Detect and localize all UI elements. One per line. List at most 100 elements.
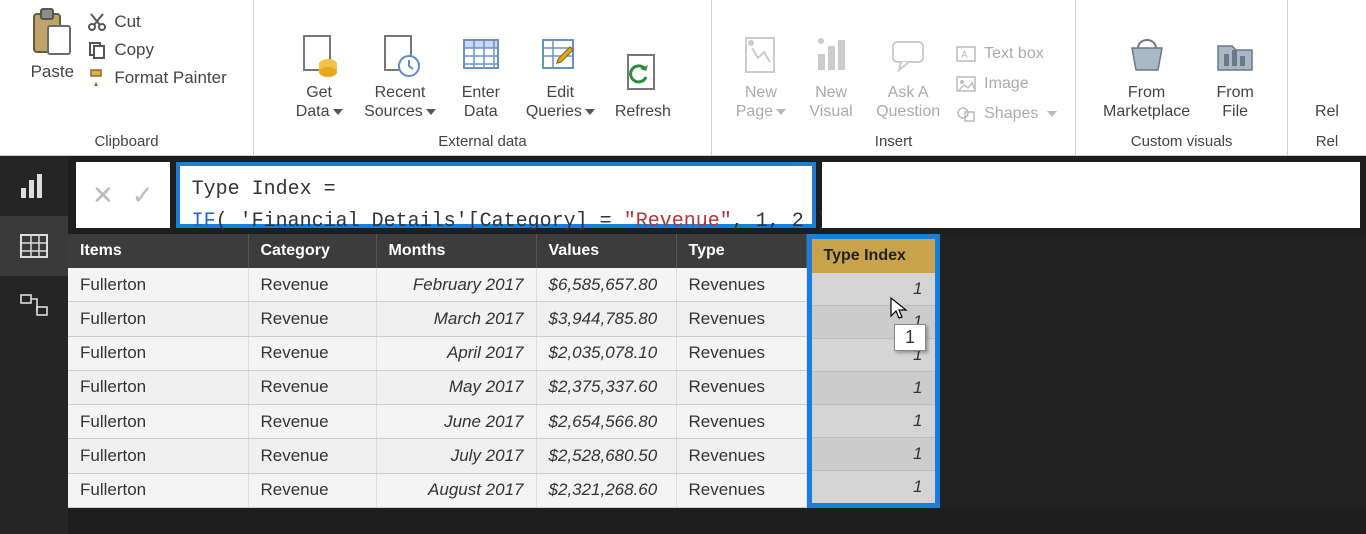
cancel-formula-icon[interactable]: ✕ [92, 180, 114, 211]
type-index-column[interactable]: Type Index 1111111 [807, 234, 940, 508]
paste-label: Paste [31, 62, 74, 82]
rel-label: Rel [1316, 129, 1339, 156]
group-insert-label: Insert [875, 129, 913, 156]
commit-formula-icon[interactable]: ✓ [132, 180, 154, 211]
cell-type[interactable]: Revenues [676, 473, 806, 507]
textbox-label: Text box [984, 45, 1044, 63]
recent-sources-button[interactable]: Recent Sources [354, 27, 446, 125]
copy-label: Copy [114, 40, 154, 60]
cell-items[interactable]: Fullerton [68, 370, 248, 404]
cell-type-index[interactable]: 1 [809, 471, 937, 506]
edit-queries-icon [537, 31, 583, 79]
table-row[interactable]: FullertonRevenueMarch 2017$3,944,785.80R… [68, 302, 806, 336]
cell-category[interactable]: Revenue [248, 302, 376, 336]
edit-queries-button[interactable]: Edit Queries [516, 27, 605, 125]
cell-type-index[interactable]: 1 [809, 339, 937, 372]
from-marketplace-label: From Marketplace [1103, 83, 1190, 121]
cell-type[interactable]: Revenues [676, 405, 806, 439]
col-category[interactable]: Category [248, 234, 376, 268]
col-items[interactable]: Items [68, 234, 248, 268]
format-painter-button[interactable]: Format Painter [82, 68, 230, 88]
refresh-button[interactable]: Refresh [605, 46, 681, 125]
table-row[interactable]: FullertonRevenueAugust 2017$2,321,268.60… [68, 473, 806, 507]
table-row[interactable]: FullertonRevenueFebruary 2017$6,585,657.… [68, 268, 806, 302]
col-type[interactable]: Type [676, 234, 806, 268]
cell-values[interactable]: $2,321,268.60 [536, 473, 676, 507]
cell-items[interactable]: Fullerton [68, 336, 248, 370]
table-row[interactable]: 1 [809, 438, 937, 471]
cell-type[interactable]: Revenues [676, 336, 806, 370]
cell-category[interactable]: Revenue [248, 473, 376, 507]
cell-months[interactable]: August 2017 [376, 473, 536, 507]
nav-report-icon[interactable] [0, 156, 68, 216]
get-data-button[interactable]: Get Data [284, 27, 354, 125]
col-type-index[interactable]: Type Index [809, 237, 937, 274]
cell-items[interactable]: Fullerton [68, 473, 248, 507]
nav-data-icon[interactable] [0, 216, 68, 276]
cell-category[interactable]: Revenue [248, 370, 376, 404]
cell-type[interactable]: Revenues [676, 439, 806, 473]
table-row[interactable]: FullertonRevenueJune 2017$2,654,566.80Re… [68, 405, 806, 439]
col-values[interactable]: Values [536, 234, 676, 268]
cell-type-index[interactable]: 1 [809, 372, 937, 405]
cell-type[interactable]: Revenues [676, 302, 806, 336]
group-external-label: External data [438, 129, 526, 156]
table-row[interactable]: 1 [809, 405, 937, 438]
cell-values[interactable]: $3,944,785.80 [536, 302, 676, 336]
cell-months[interactable]: March 2017 [376, 302, 536, 336]
cell-values[interactable]: $2,035,078.10 [536, 336, 676, 370]
table-row[interactable]: 1 [809, 372, 937, 405]
cell-type-index[interactable]: 1 [809, 273, 937, 306]
cell-months[interactable]: April 2017 [376, 336, 536, 370]
nav-model-icon[interactable] [0, 276, 68, 336]
from-file-button[interactable]: From File [1200, 27, 1270, 125]
cell-values[interactable]: $2,654,566.80 [536, 405, 676, 439]
cell-values[interactable]: $6,585,657.80 [536, 268, 676, 302]
cell-months[interactable]: June 2017 [376, 405, 536, 439]
table-row[interactable]: FullertonRevenueApril 2017$2,035,078.10R… [68, 336, 806, 370]
cut-button[interactable]: Cut [82, 12, 230, 32]
shapes-button: Shapes [950, 103, 1061, 125]
data-table[interactable]: Items Category Months Values Type Fuller… [68, 234, 807, 508]
cell-type-index[interactable]: 1 [809, 438, 937, 471]
table-row[interactable]: FullertonRevenueJuly 2017$2,528,680.50Re… [68, 439, 806, 473]
cell-category[interactable]: Revenue [248, 268, 376, 302]
cell-type[interactable]: Revenues [676, 268, 806, 302]
enter-data-button[interactable]: Enter Data [446, 27, 516, 125]
col-months[interactable]: Months [376, 234, 536, 268]
table-row[interactable]: 1 [809, 306, 937, 339]
copy-button[interactable]: Copy [82, 40, 230, 60]
copy-icon [86, 40, 108, 60]
format-painter-label: Format Painter [114, 68, 226, 88]
ask-question-label: Ask A Question [876, 83, 940, 121]
cell-items[interactable]: Fullerton [68, 439, 248, 473]
cell-category[interactable]: Revenue [248, 336, 376, 370]
refresh-label: Refresh [615, 102, 671, 121]
paintbrush-icon [86, 68, 108, 88]
table-row[interactable]: 1 [809, 339, 937, 372]
from-marketplace-button[interactable]: From Marketplace [1093, 27, 1200, 125]
cell-items[interactable]: Fullerton [68, 302, 248, 336]
cell-months[interactable]: July 2017 [376, 439, 536, 473]
cell-months[interactable]: February 2017 [376, 268, 536, 302]
cell-type-index[interactable]: 1 [809, 306, 937, 339]
cell-months[interactable]: May 2017 [376, 370, 536, 404]
paste-button[interactable]: Paste [22, 4, 82, 86]
refresh-icon [620, 50, 666, 98]
formula-bar[interactable]: Type Index = IF( 'Financial Details'[Cat… [176, 162, 816, 228]
cell-values[interactable]: $2,528,680.50 [536, 439, 676, 473]
cell-items[interactable]: Fullerton [68, 405, 248, 439]
table-row[interactable]: 1 [809, 471, 937, 506]
cell-values[interactable]: $2,375,337.60 [536, 370, 676, 404]
formula-string: "Revenue" [624, 210, 732, 233]
table-row[interactable]: 1 [809, 273, 937, 306]
edit-queries-label: Edit Queries [526, 84, 582, 120]
cell-type-index[interactable]: 1 [809, 405, 937, 438]
formula-bar-extra[interactable] [822, 162, 1360, 228]
cell-items[interactable]: Fullerton [68, 268, 248, 302]
cell-type[interactable]: Revenues [676, 370, 806, 404]
ribbon: Paste Cut Copy Format Painter Clipboard [0, 0, 1366, 156]
table-row[interactable]: FullertonRevenueMay 2017$2,375,337.60Rev… [68, 370, 806, 404]
cell-category[interactable]: Revenue [248, 405, 376, 439]
cell-category[interactable]: Revenue [248, 439, 376, 473]
